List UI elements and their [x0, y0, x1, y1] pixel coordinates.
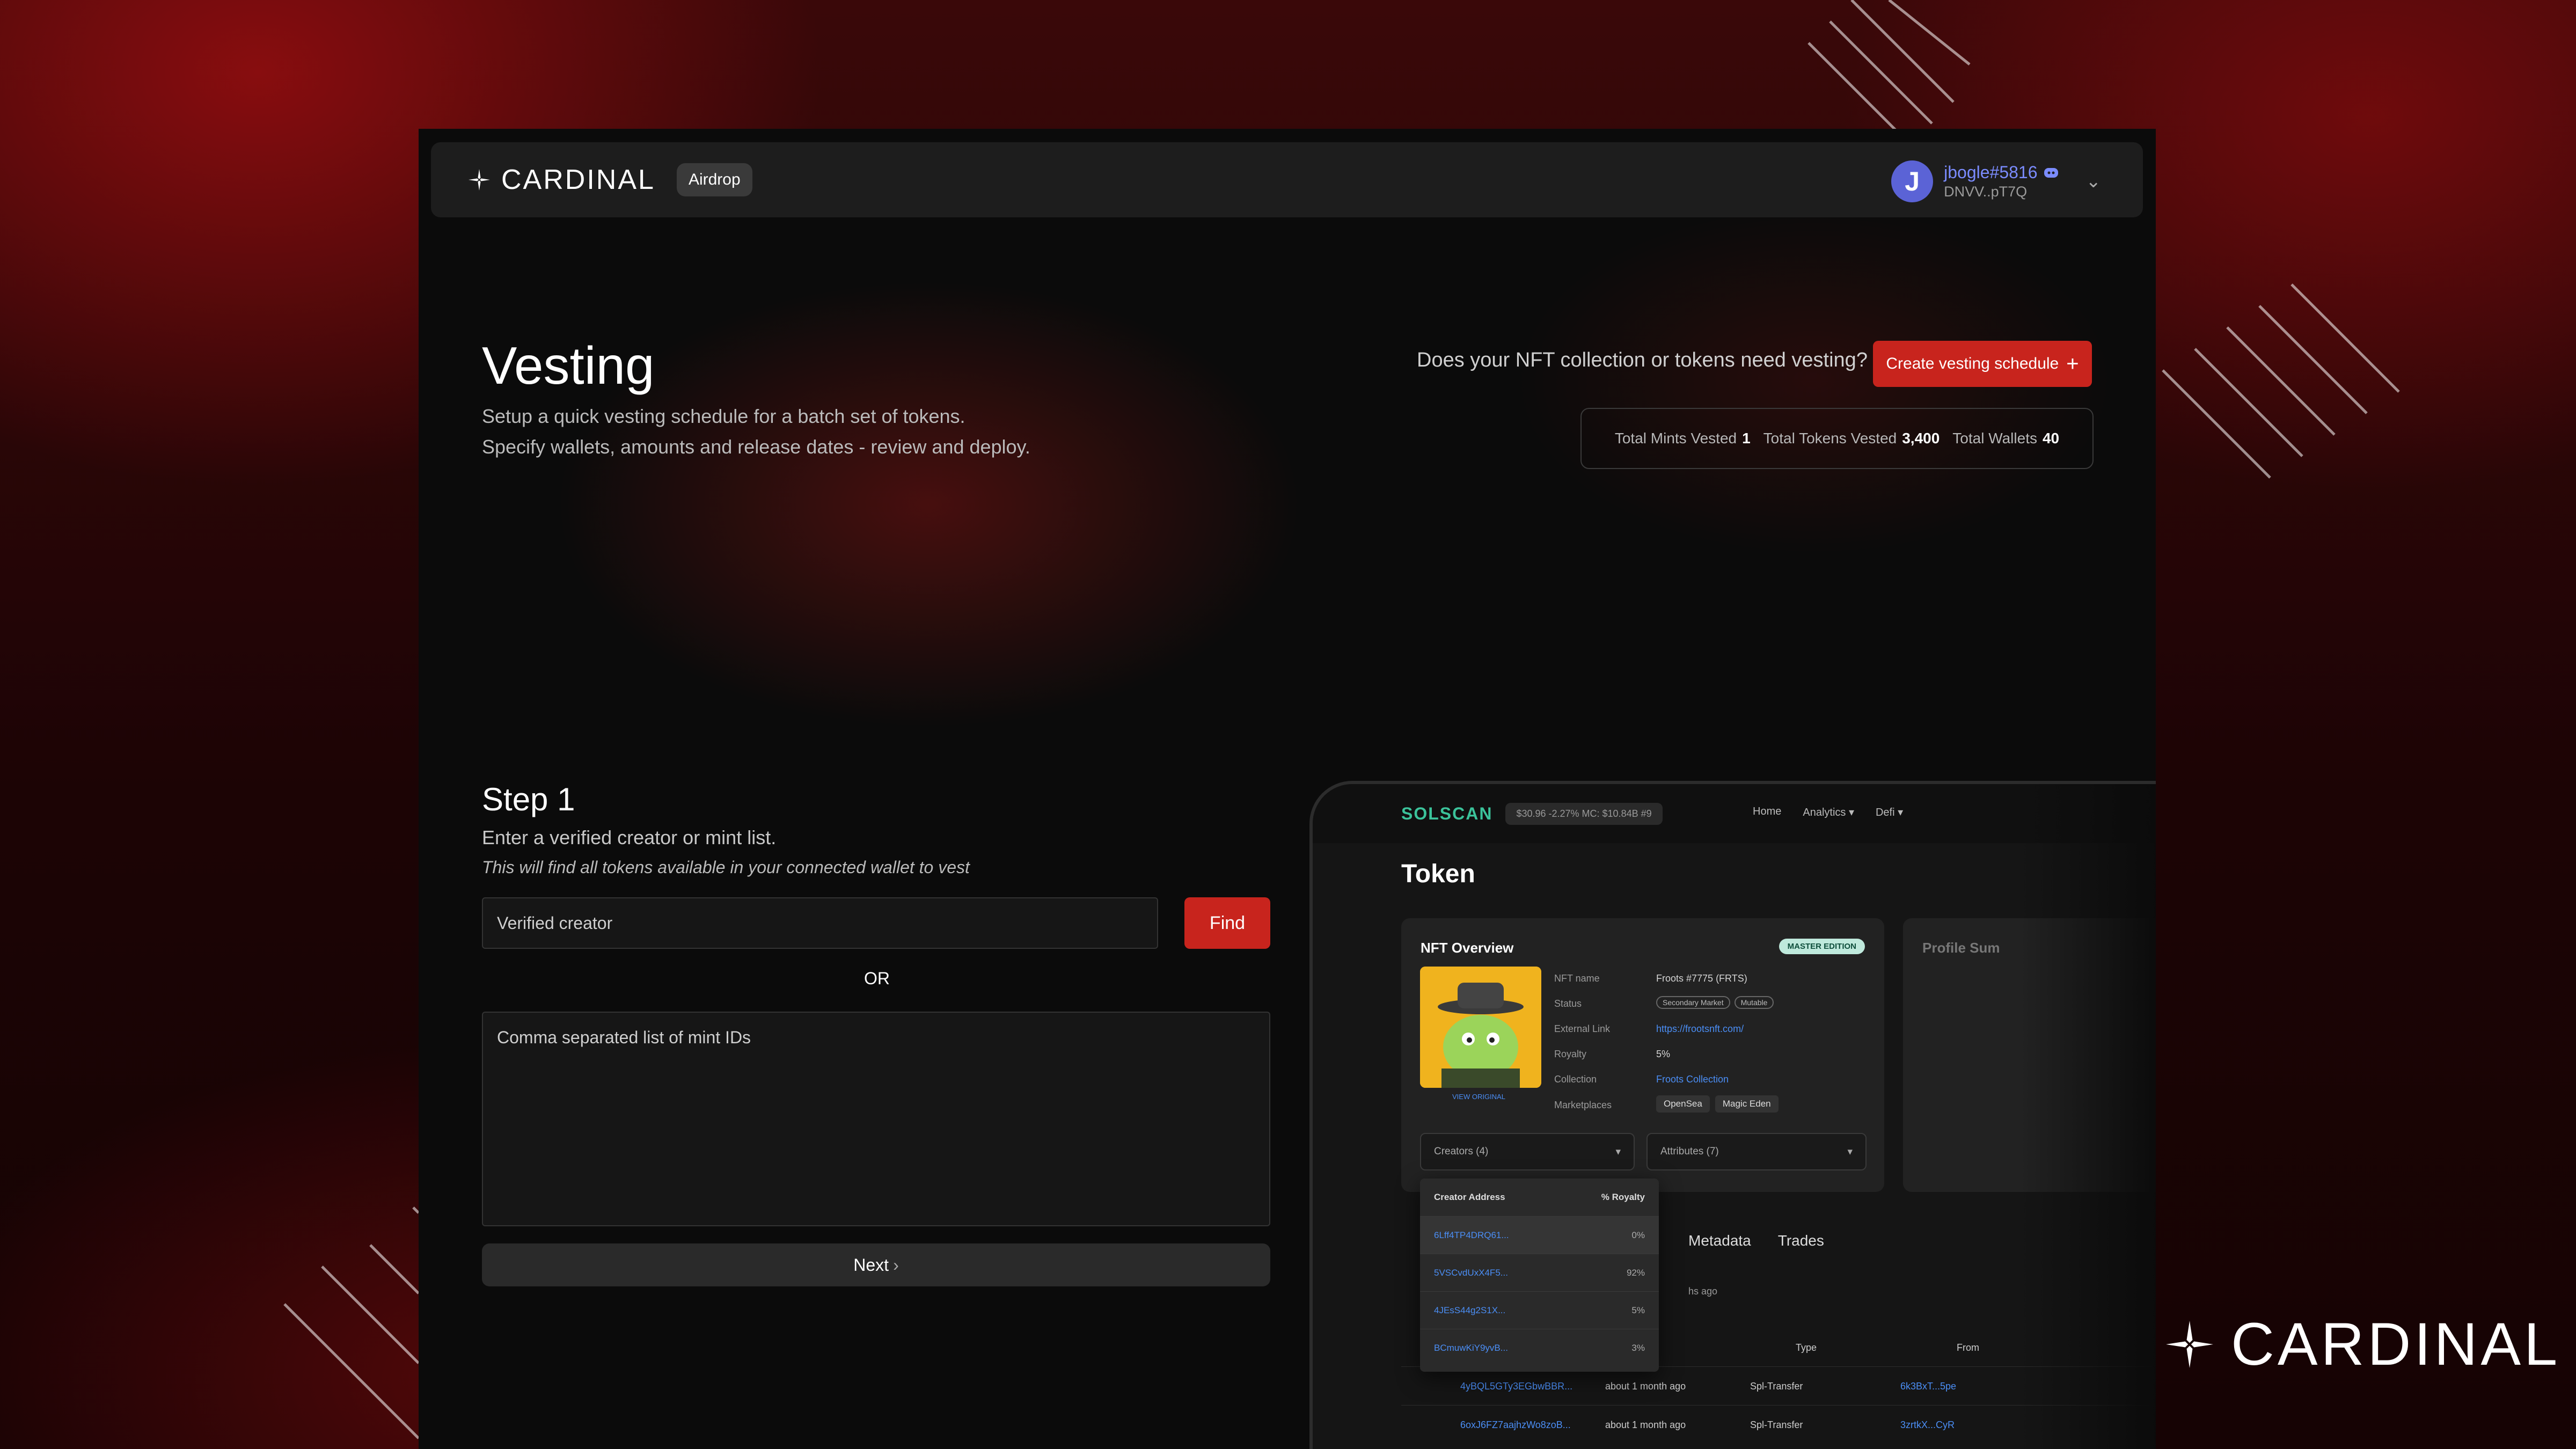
view-original-link[interactable]: VIEW ORIGINAL [1452, 1093, 1505, 1101]
stat-tokens: Total Tokens Vested 3,400 [1763, 430, 1940, 447]
chevron-down-icon[interactable]: ⌄ [2086, 171, 2102, 192]
top-navbar: CARDINAL Airdrop J jbogle#5816 DNVV..pT7… [431, 142, 2143, 217]
page-title: Vesting [482, 336, 655, 395]
external-link[interactable]: https://frootsnft.com/ [1656, 1023, 1744, 1035]
create-vesting-schedule-button[interactable]: Create vesting schedule + [1873, 341, 2092, 387]
stat-wallets: Total Wallets 40 [1952, 430, 2060, 447]
chevron-right-icon: › [893, 1255, 899, 1275]
mint-ids-textarea[interactable]: Comma separated list of mint IDs [482, 1012, 1270, 1226]
opensea-link[interactable]: OpenSea [1656, 1095, 1710, 1113]
verified-creator-input[interactable]: Verified creator [482, 897, 1158, 949]
preview-price-chip: $30.96 -2.27% MC: $10.84B #9 [1505, 802, 1663, 825]
app-window: CARDINAL Airdrop J jbogle#5816 DNVV..pT7… [419, 129, 2156, 1449]
decorative-lines-right [2162, 283, 2400, 479]
stat-mints: Total Mints Vested 1 [1614, 430, 1751, 447]
creators-dropdown: Creator Address% Royalty 6Lff4TP4DRQ61..… [1420, 1179, 1659, 1372]
caret-down-icon: ▾ [1615, 1146, 1621, 1158]
preview-page-title: Token [1401, 860, 1475, 888]
wallet-address: DNVV..pT7Q [1944, 184, 2028, 200]
creators-select[interactable]: Creators (4) ▾ [1420, 1133, 1635, 1170]
solscan-preview: SOLSCAN $30.96 -2.27% MC: $10.84B #9 Hom… [1309, 781, 2156, 1449]
nft-name-value: Froots #7775 (FRTS) [1656, 973, 1747, 984]
magic-eden-link[interactable]: Magic Eden [1715, 1095, 1779, 1113]
brand-logo-bottom-right: CARDINAL [2160, 1309, 2560, 1379]
edition-badge: MASTER EDITION [1779, 939, 1865, 954]
vesting-prompt: Does your NFT collection or tokens need … [1417, 349, 1868, 371]
collection-link[interactable]: Froots Collection [1656, 1074, 1729, 1085]
user-menu[interactable]: J jbogle#5816 DNVV..pT7Q ⌄ [1891, 160, 2101, 202]
discord-icon [2044, 167, 2058, 178]
creator-row[interactable]: 6Lff4TP4DRQ61... 0% [1420, 1216, 1659, 1254]
tab-trades[interactable]: Trades [1778, 1232, 1824, 1249]
plus-icon: + [2066, 352, 2079, 376]
step-note: This will find all tokens available in y… [482, 858, 970, 877]
avatar: J [1891, 160, 1934, 202]
decorative-lines-bottom-left [283, 1206, 420, 1439]
marketplaces: OpenSea Magic Eden [1656, 1095, 1784, 1113]
airdrop-badge[interactable]: Airdrop [676, 163, 752, 196]
royalty-value: 5% [1656, 1049, 1671, 1059]
creator-row[interactable]: 5VSCvdUxX4F5... 92% [1420, 1254, 1659, 1291]
page-subtitle-1: Setup a quick vesting schedule for a bat… [482, 405, 965, 427]
caret-down-icon: ▾ [1847, 1146, 1853, 1158]
page-subtitle-2: Specify wallets, amounts and release dat… [482, 436, 1030, 458]
creator-row[interactable]: BCmuwKiY9yvB... 3% [1420, 1329, 1659, 1366]
nft-image [1420, 967, 1541, 1088]
attributes-select[interactable]: Attributes (7) ▾ [1646, 1133, 1867, 1170]
cardinal-star-icon [469, 169, 490, 191]
brand-name: CARDINAL [2231, 1311, 2561, 1378]
preview-site-logo: SOLSCAN [1401, 803, 1493, 823]
step-title: Step 1 [482, 781, 575, 817]
find-button[interactable]: Find [1184, 897, 1270, 949]
app-logo[interactable]: CARDINAL [466, 164, 655, 196]
preview-nav-links: Home Analytics ▾ Defi ▾ [1753, 806, 1904, 818]
vesting-stats: Total Mints Vested 1 Total Tokens Vested 3… [1580, 408, 2094, 469]
user-name: jbogle#5816 [1944, 163, 2059, 182]
nft-overview-title: NFT Overview [1421, 940, 1514, 956]
tab-metadata[interactable]: Metadata [1688, 1232, 1751, 1249]
step-description: Enter a verified creator or mint list. [482, 826, 777, 848]
creator-row[interactable]: 4JEsS44g2S1X... 5% [1420, 1291, 1659, 1329]
next-button[interactable]: Next › [482, 1243, 1270, 1286]
or-divider: OR [864, 969, 890, 988]
preview-tabs: Metadata Trades [1688, 1232, 1824, 1249]
cardinal-star-icon [2166, 1320, 2213, 1368]
brand-name: CARDINAL [501, 164, 655, 195]
status-tags: Secondary Market Mutable [1656, 996, 1778, 1009]
